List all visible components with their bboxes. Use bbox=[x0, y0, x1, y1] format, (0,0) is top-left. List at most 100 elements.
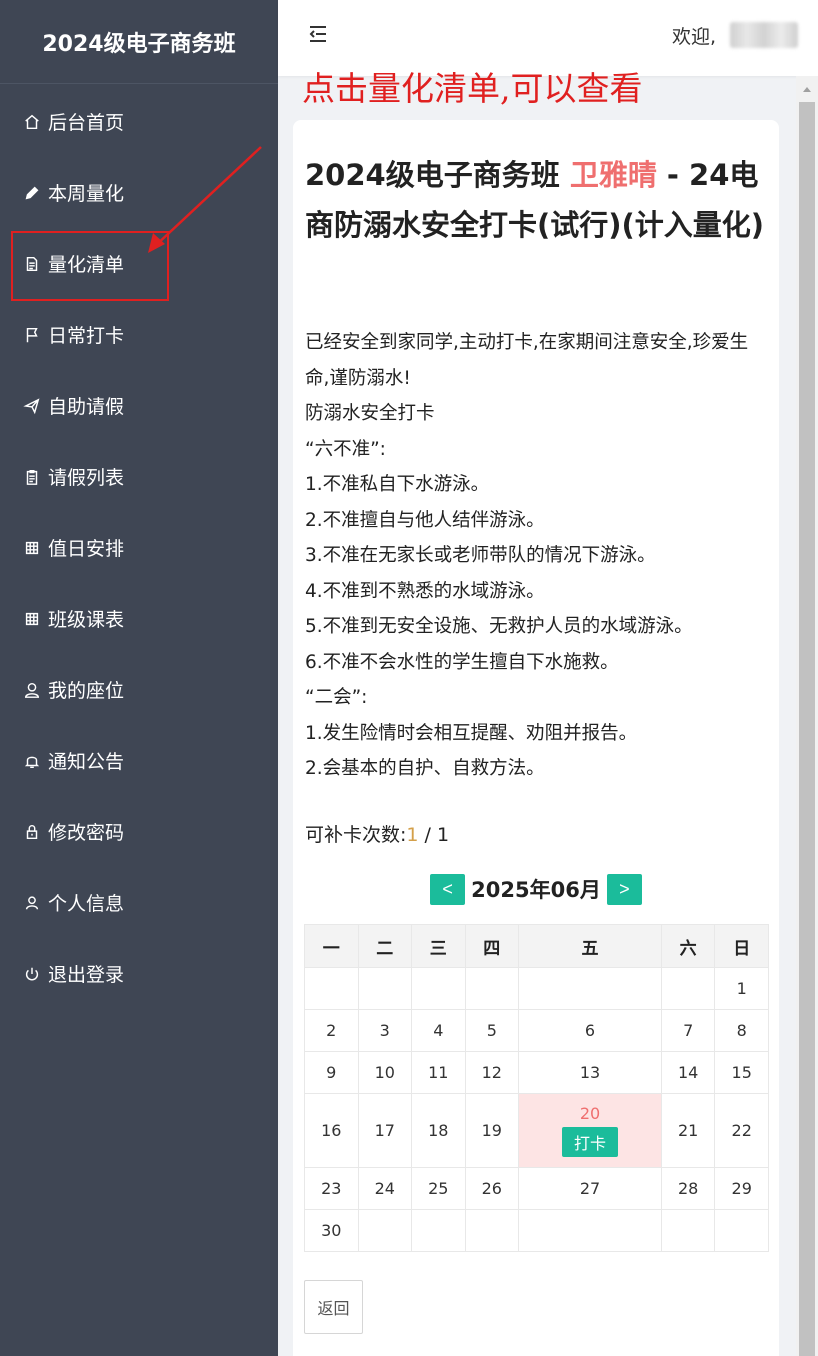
calendar-empty-cell bbox=[518, 967, 662, 1010]
calendar-day: 10 bbox=[357, 1051, 413, 1094]
weekday-header-row: 一二三四五六日 bbox=[304, 924, 769, 968]
content-line: “六不准”: bbox=[305, 438, 386, 460]
sidebar-item-label: 后台首页 bbox=[48, 112, 125, 134]
brand-title: 2024级电子商务班 bbox=[0, 0, 278, 84]
scroll-up-arrow-icon[interactable] bbox=[796, 76, 818, 102]
sidebar-item-label: 日常打卡 bbox=[48, 325, 125, 347]
weekday-header: 三 bbox=[411, 924, 466, 968]
calendar-empty-cell bbox=[357, 1209, 413, 1252]
calendar-empty-cell bbox=[660, 967, 716, 1010]
calendar-day: 14 bbox=[660, 1051, 716, 1094]
sidebar-item-weekly-quant[interactable]: 本周量化 bbox=[0, 157, 278, 228]
grid-icon bbox=[22, 538, 42, 558]
calendar-week-row: 30 bbox=[304, 1209, 769, 1252]
makeup-used: 1 bbox=[406, 824, 419, 846]
calendar-empty-cell bbox=[660, 1209, 716, 1252]
calendar-day: 15 bbox=[714, 1051, 769, 1094]
makeup-count: 可补卡次数:1 / 1 bbox=[305, 820, 449, 847]
calendar-empty-cell bbox=[411, 1209, 466, 1252]
sidebar-item-home[interactable]: 后台首页 bbox=[0, 86, 278, 157]
sidebar-item-label: 班级课表 bbox=[48, 609, 125, 631]
content-line: 5.不准到无安全设施、无救护人员的水域游泳。 bbox=[305, 616, 693, 637]
calendar-day: 5 bbox=[464, 1009, 520, 1052]
prev-month-button[interactable]: < bbox=[430, 873, 466, 905]
calendar-day: 24 bbox=[357, 1167, 413, 1210]
calendar-day: 28 bbox=[660, 1167, 716, 1210]
calendar-day-today: 20 打卡 bbox=[518, 1093, 662, 1168]
sidebar-item-label: 请假列表 bbox=[48, 467, 125, 489]
calendar-week-row: 23 24 25 26 27 28 29 bbox=[304, 1167, 769, 1210]
page-title: 2024级电子商务班 卫雅晴 - 24电商防溺水安全打卡(试行)(计入量化) bbox=[305, 150, 775, 250]
sidebar-item-self-leave[interactable]: 自助请假 bbox=[0, 370, 278, 441]
sidebar-item-profile[interactable]: 个人信息 bbox=[0, 867, 278, 938]
content-line: 防溺水安全打卡 bbox=[305, 403, 435, 424]
calendar-day: 19 bbox=[464, 1093, 520, 1168]
calendar-day: 6 bbox=[518, 1009, 662, 1052]
grid-icon bbox=[22, 609, 42, 629]
calendar-day: 8 bbox=[714, 1009, 769, 1052]
calendar-table: 一二三四五六日 1 2 3 4 5 6 7 8 9 10 11 12 13 14 15 16 17 18 19 20 打… bbox=[304, 924, 769, 1252]
checkin-card: 2024级电子商务班 卫雅晴 - 24电商防溺水安全打卡(试行)(计入量化) 已… bbox=[293, 120, 779, 1356]
next-month-button[interactable]: > bbox=[606, 873, 642, 905]
sidebar-item-daily-checkin[interactable]: 日常打卡 bbox=[0, 299, 278, 370]
flag-icon bbox=[22, 325, 42, 345]
calendar-empty-cell bbox=[464, 967, 520, 1010]
content-line: 3.不准在无家长或老师带队的情况下游泳。 bbox=[305, 545, 656, 566]
home-icon bbox=[22, 112, 42, 132]
weekday-header: 二 bbox=[357, 924, 413, 968]
menu-toggle-icon[interactable] bbox=[306, 22, 330, 46]
calendar-day: 3 bbox=[357, 1009, 413, 1052]
content-line: 4.不准到不熟悉的水域游泳。 bbox=[305, 580, 545, 602]
checkin-description: 已经安全到家同学,主动打卡,在家期间注意安全,珍爱生命,谨防溺水! 防溺水安全打… bbox=[305, 325, 771, 787]
clipboard-icon bbox=[22, 467, 42, 487]
content-line: 2.不准擅自与他人结伴游泳。 bbox=[305, 509, 545, 531]
username-blurred bbox=[730, 22, 798, 48]
sidebar-nav: 后台首页 本周量化 量化清单 日常打卡 自助请假 请假列表 值日安排 班级课表 bbox=[0, 84, 278, 1009]
calendar-day: 25 bbox=[411, 1167, 466, 1210]
sidebar-item-notices[interactable]: 通知公告 bbox=[0, 725, 278, 796]
weekday-header: 一 bbox=[304, 924, 359, 968]
makeup-total: / 1 bbox=[418, 824, 450, 846]
sidebar-item-my-seat[interactable]: 我的座位 bbox=[0, 654, 278, 725]
sidebar-item-label: 个人信息 bbox=[48, 893, 125, 915]
calendar-day: 23 bbox=[304, 1167, 359, 1210]
sidebar-item-change-password[interactable]: 修改密码 bbox=[0, 796, 278, 867]
scrollbar-thumb[interactable] bbox=[799, 102, 815, 1356]
calendar-day: 26 bbox=[464, 1167, 520, 1210]
bell-icon bbox=[22, 751, 42, 771]
calendar-week-row: 2345678 bbox=[304, 1009, 769, 1052]
content-line: 1.不准私自下水游泳。 bbox=[305, 474, 490, 495]
sidebar-item-leave-list[interactable]: 请假列表 bbox=[0, 441, 278, 512]
sidebar-item-class-timetable[interactable]: 班级课表 bbox=[0, 583, 278, 654]
title-class: 2024级电子商务班 bbox=[305, 158, 570, 192]
sidebar-item-duty-schedule[interactable]: 值日安排 bbox=[0, 512, 278, 583]
sidebar: 2024级电子商务班 后台首页 本周量化 量化清单 日常打卡 自助请假 请假列表 bbox=[0, 0, 278, 1356]
calendar-empty-cell bbox=[411, 967, 466, 1010]
calendar-week-row: 9 10 11 12 13 14 15 bbox=[304, 1051, 769, 1094]
calendar-day: 29 bbox=[714, 1167, 769, 1210]
content-line: 2.会基本的自护、自救方法。 bbox=[305, 758, 545, 779]
calendar-day: 13 bbox=[518, 1051, 662, 1094]
calendar-body: 1 2 3 4 5 6 7 8 9 10 11 12 13 14 15 16 17 18 19 20 打卡 21 22 23 2… bbox=[304, 967, 769, 1252]
pencil-icon bbox=[22, 183, 42, 203]
sidebar-item-label: 自助请假 bbox=[48, 396, 125, 418]
power-icon bbox=[22, 964, 42, 984]
makeup-label: 可补卡次数: bbox=[305, 824, 407, 846]
back-button[interactable]: 返回 bbox=[304, 1280, 363, 1334]
calendar-day: 1 bbox=[714, 967, 769, 1010]
calendar-day: 4 bbox=[411, 1009, 466, 1052]
sidebar-item-label: 值日安排 bbox=[48, 538, 125, 560]
sidebar-item-label: 退出登录 bbox=[48, 964, 125, 986]
calendar-empty-cell bbox=[714, 1209, 769, 1252]
calendar-day: 11 bbox=[411, 1051, 466, 1094]
title-student-name: 卫雅晴 bbox=[569, 158, 657, 192]
sidebar-item-logout[interactable]: 退出登录 bbox=[0, 938, 278, 1009]
calendar-day: 22 bbox=[714, 1093, 769, 1168]
weekday-header: 五 bbox=[518, 924, 662, 968]
calendar-empty-cell bbox=[357, 967, 413, 1010]
month-label: 2025年06月 bbox=[471, 878, 601, 902]
punch-in-button[interactable]: 打卡 bbox=[561, 1127, 618, 1157]
sidebar-item-label: 修改密码 bbox=[48, 822, 125, 844]
scrollbar[interactable] bbox=[796, 76, 818, 1356]
calendar-day: 2 bbox=[304, 1009, 359, 1052]
